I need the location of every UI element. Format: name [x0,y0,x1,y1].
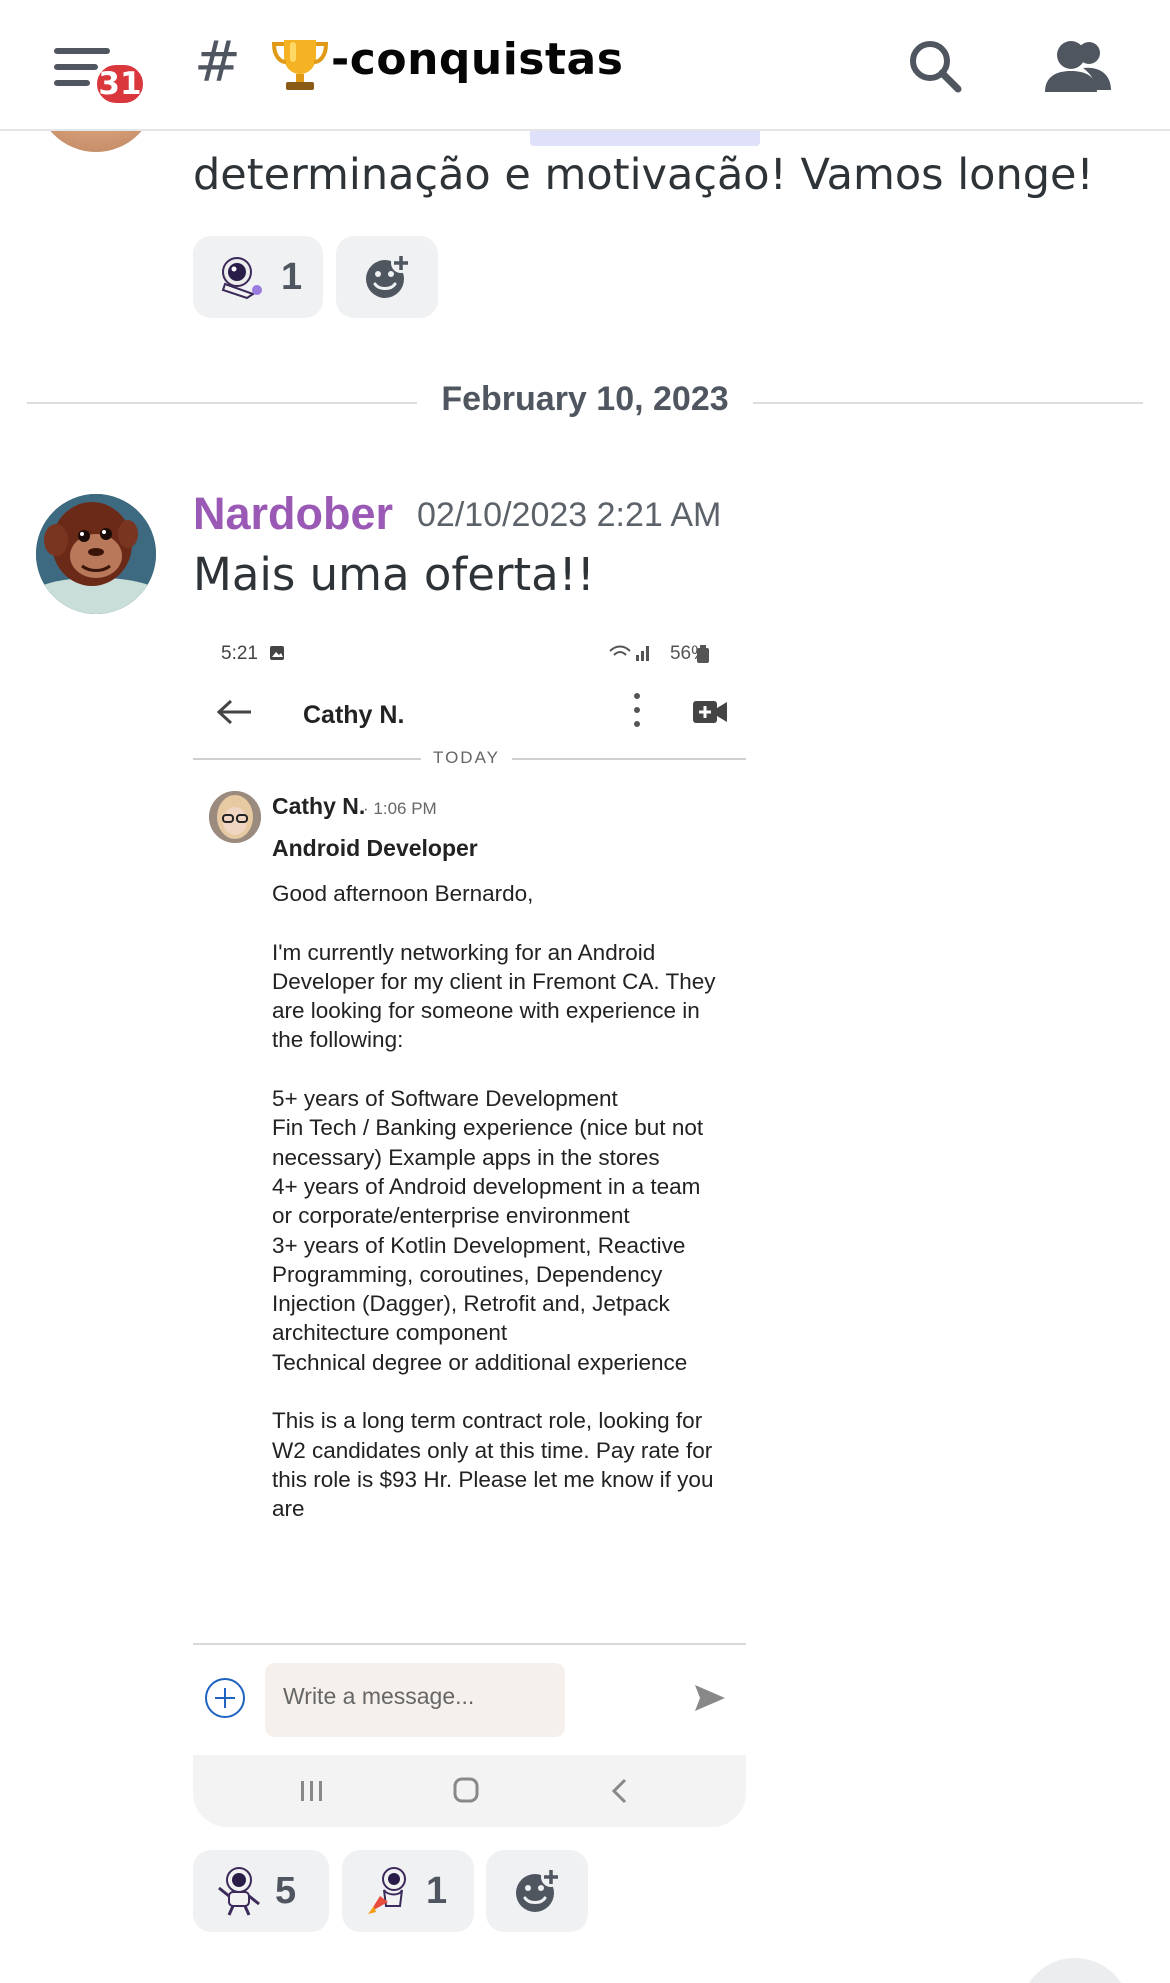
reaction-count: 1 [281,255,303,298]
signal-icon [609,645,649,661]
attach-plus-icon[interactable] [205,1678,245,1718]
jump-to-present-button[interactable] [1020,1958,1130,1983]
reaction-astronaut-5[interactable]: 5 [193,1850,329,1932]
trophy-icon [271,40,329,90]
reaction-astronaut[interactable]: 1 [193,236,323,318]
sender-name: Cathy N. [272,793,366,819]
channel-hash-icon: # [194,30,241,95]
today-label: TODAY [421,748,512,768]
composer-divider [193,1643,746,1645]
members-icon[interactable] [1043,38,1113,96]
nav-back-icon[interactable] [609,1777,629,1805]
date-divider-label: February 10, 2023 [441,380,729,418]
conversation-app-bar: Cathy N. [193,677,746,755]
message-input[interactable]: Write a message... [265,1663,565,1737]
message-subject: Android Developer [272,835,478,861]
reaction-count: 5 [275,1869,297,1912]
send-icon[interactable] [693,1683,727,1713]
message-body: Good afternoon Bernardo, I'm currently n… [272,881,716,1522]
astronaut-emoji-icon [221,257,262,300]
battery-icon [697,645,709,663]
home-icon[interactable] [453,1777,479,1803]
sender-time: · 1:06 PM [363,799,437,818]
sender-time-value: 1:06 PM [373,799,437,818]
reaction-astronaut-rocket-1[interactable]: 1 [342,1850,474,1932]
image-attachment[interactable]: 5:21 56% Cathy N. TODAY Cathy N. · 1:06 … [193,625,746,1827]
add-reaction-icon [366,253,411,298]
monkey-avatar-image [36,494,156,614]
add-reaction-icon [516,1867,561,1912]
contact-name: Cathy N. [303,701,405,729]
channel-header: 31 # -conquistas [0,0,1170,131]
add-reaction-button[interactable] [486,1850,588,1932]
video-call-icon[interactable] [693,699,729,725]
sender-avatar [209,791,261,843]
recents-icon[interactable] [299,1779,325,1803]
discord-channel-view: 31 # -conquistas determinação e motivaçã… [0,0,1170,1983]
previous-message-text: determinação e motivação! Vamos longe! [193,150,1094,200]
author-avatar[interactable] [36,494,156,614]
reaction-count: 1 [426,1869,448,1912]
date-divider: February 10, 2023 [27,380,1143,430]
search-icon[interactable] [905,36,965,96]
channel-name: -conquistas [331,34,624,85]
android-nav-bar [193,1755,746,1827]
back-arrow-icon[interactable] [215,697,255,727]
message-timestamp: 02/10/2023 2:21 AM [417,496,722,534]
more-options-icon[interactable] [631,691,641,731]
astronaut-emoji-icon [218,1867,260,1916]
message-author[interactable]: Nardober [193,488,393,540]
notification-badge: 31 [92,60,148,108]
status-bar-time: 5:21 [221,643,258,664]
sender-photo [209,791,261,843]
gallery-icon [270,646,284,660]
astronaut-rocket-emoji-icon [368,1867,406,1914]
message-text: Mais uma oferta!! [193,548,595,601]
add-reaction-button[interactable] [336,236,438,318]
